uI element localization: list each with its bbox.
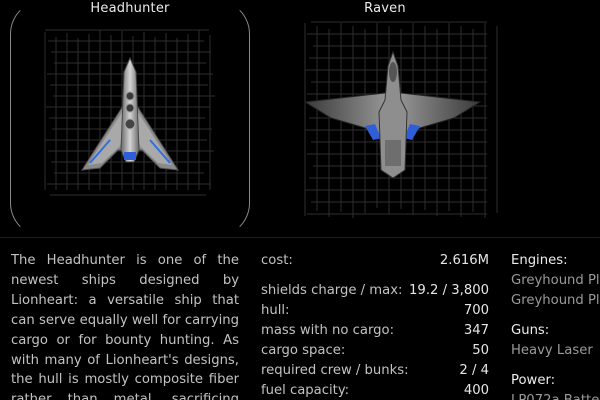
stat-label: cost: [261,253,293,268]
stat-label: cargo space: [261,343,346,358]
stat-value: 400 [463,383,489,398]
stat-value: 347 [463,323,489,338]
stat-label: required crew / bunks: [261,363,409,378]
shipyard-screen: Headhunter Raven The Headhunter is one o… [0,0,600,400]
stat-cargo: cargo space: 50 [261,341,489,361]
stat-mass: mass with no cargo: 347 [261,321,489,341]
headhunter-ship-icon [81,56,179,171]
engines-heading: Engines: [511,253,568,268]
engine-item: Greyhound Pla [511,273,600,288]
stat-value: 700 [463,303,489,318]
stat-fuel: fuel capacity: 400 [261,381,489,400]
ship-card-raven[interactable]: Raven [265,0,505,237]
stat-value: 19.2 / 3,800 [409,283,489,298]
stat-hull: hull: 700 [261,301,489,321]
ship-stats: cost: 2.616M shields charge / max: 19.2 … [261,251,489,400]
stat-cost: cost: 2.616M [261,251,489,271]
stat-label: shields charge / max: [261,283,403,298]
power-heading: Power: [511,373,556,388]
guns-heading: Guns: [511,323,550,338]
power-item: LP072a Batter [511,391,600,400]
ship-name-headhunter: Headhunter [90,1,170,16]
stat-crew: required crew / bunks: 2 / 4 [261,361,489,381]
stat-label: fuel capacity: [261,383,350,398]
ship-description: The Headhunter is one of the newest ship… [11,253,239,400]
ship-card-headhunter[interactable]: Headhunter [10,0,250,237]
ship-name-raven: Raven [364,1,406,16]
stat-value: 2 / 4 [459,363,489,378]
stat-value: 2.616M [439,253,489,268]
stat-shields: shields charge / max: 19.2 / 3,800 [261,281,489,301]
engine-item: Greyhound Pla [511,293,600,308]
equipment-list: Engines: Greyhound Pla Greyhound Pla Gun… [511,251,600,400]
raven-ship-icon [303,50,482,179]
stat-label: hull: [261,303,290,318]
stat-value: 50 [472,343,489,358]
divider [0,237,600,238]
stat-label: mass with no cargo: [261,323,395,338]
gun-item: Heavy Laser [511,343,593,358]
